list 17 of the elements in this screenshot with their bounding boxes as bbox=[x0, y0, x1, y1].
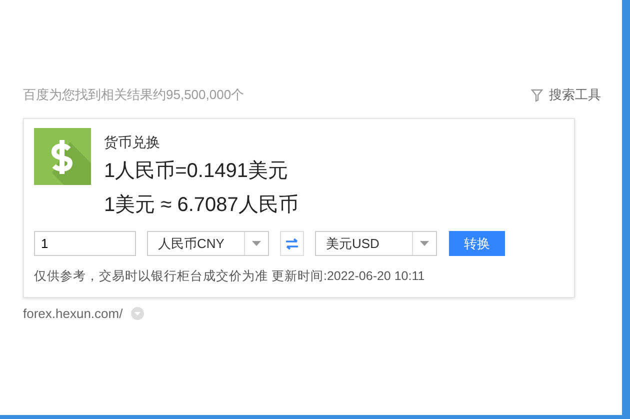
caret-icon bbox=[252, 241, 261, 246]
card-title: 货币兑换 bbox=[104, 133, 161, 151]
result-count: 百度为您找到相关结果约95,500,000个 bbox=[23, 86, 244, 104]
to-currency-select[interactable]: 美元USD bbox=[315, 231, 437, 256]
rate-text: 1人民币=0.1491美元 bbox=[104, 159, 289, 184]
filter-icon bbox=[531, 88, 543, 102]
dollar-icon bbox=[34, 128, 91, 185]
convert-button[interactable]: 转换 bbox=[449, 231, 505, 256]
source-link[interactable]: forex.hexun.com/ bbox=[23, 306, 123, 321]
swap-button[interactable] bbox=[280, 231, 304, 256]
inverse-rate-text: 1美元 ≈ 6.7087人民币 bbox=[104, 193, 298, 218]
disclaimer-text: 仅供参考，交易时以银行柜台成交价为准 更新时间:2022-06-20 10:11 bbox=[34, 268, 426, 285]
caret-icon bbox=[420, 241, 429, 246]
amount-field[interactable]: 1 bbox=[34, 231, 136, 256]
search-tools-button[interactable]: 搜索工具 bbox=[531, 86, 601, 104]
from-currency-select[interactable]: 人民币CNY bbox=[147, 231, 269, 256]
swap-icon bbox=[285, 238, 299, 250]
